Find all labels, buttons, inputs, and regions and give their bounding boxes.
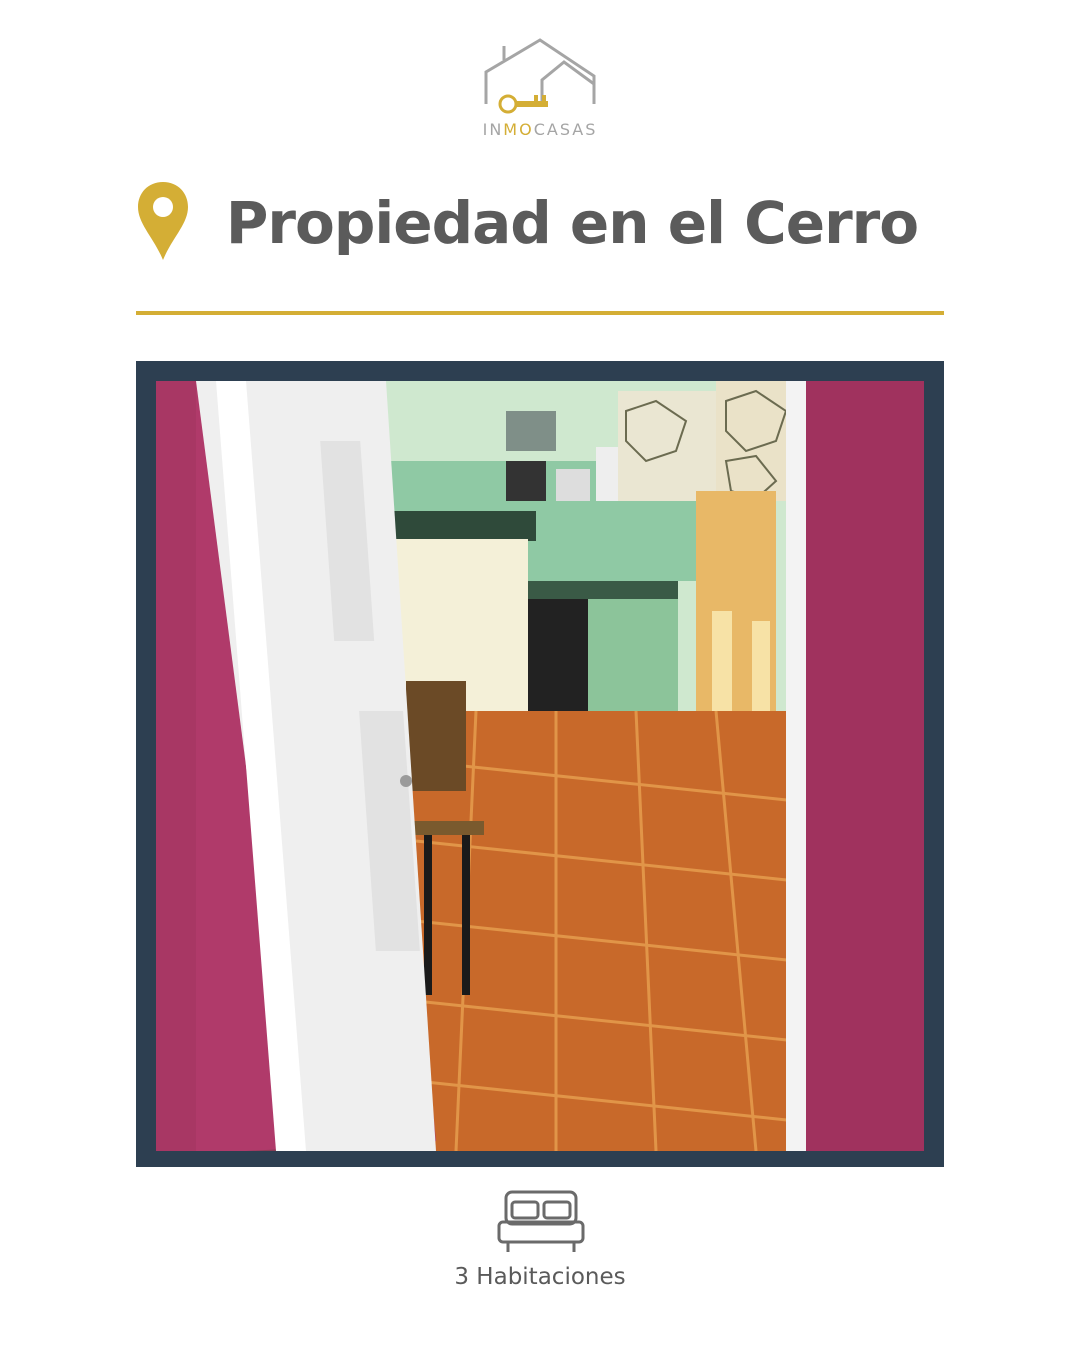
photo-frame [136, 361, 944, 1167]
svg-text:INMOCASAS: INMOCASAS [483, 120, 598, 139]
bed-icon [496, 1188, 586, 1254]
brand-name-highlight: MO [503, 120, 533, 139]
house-key-icon: INMOCASAS [483, 38, 598, 139]
bedrooms-label: 3 Habitaciones [454, 1264, 626, 1290]
property-interior-photo [156, 381, 924, 1151]
brand-name-suffix: CASAS [534, 120, 598, 139]
map-pin-icon [136, 180, 190, 262]
brand-logo: INMOCASAS [464, 32, 616, 152]
brand-name-prefix: IN [483, 120, 504, 139]
page-title: Propiedad en el Cerro [225, 189, 919, 257]
divider [136, 311, 944, 315]
